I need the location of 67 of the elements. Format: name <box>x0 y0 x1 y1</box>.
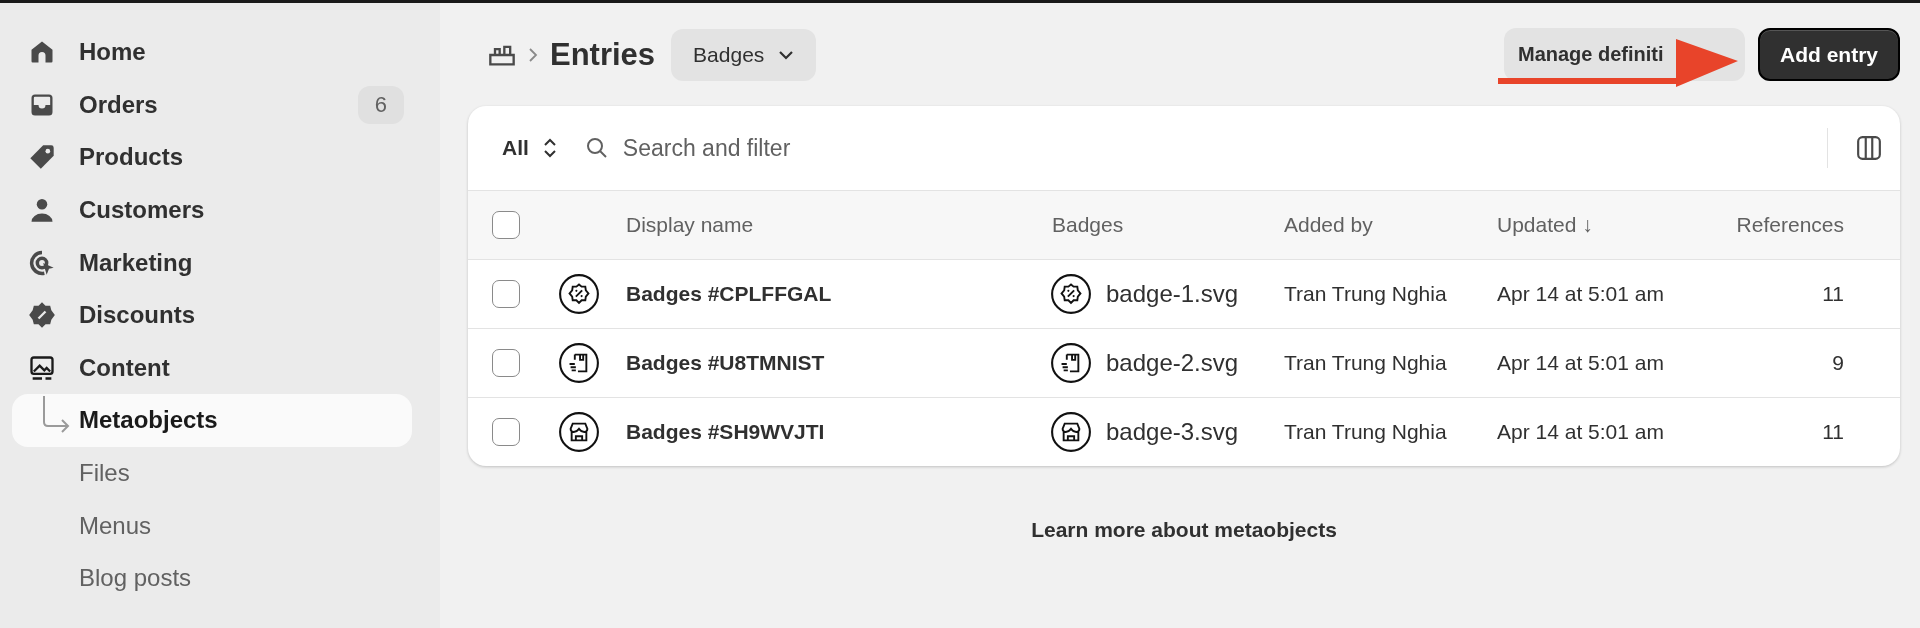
count-badge: 6 <box>357 85 404 124</box>
search-field[interactable]: Search and filter <box>620 133 1827 163</box>
sidebar-label: Orders <box>79 90 158 119</box>
checkbox[interactable] <box>492 280 520 308</box>
sidebar-label: Discounts <box>79 301 195 330</box>
discount-icon <box>28 301 56 330</box>
columns-icon[interactable] <box>1856 135 1882 161</box>
table-cell[interactable]: Badges #U8TMNIST <box>626 351 1052 375</box>
discount-badge-icon <box>1050 273 1092 315</box>
page-title: Entries <box>550 36 656 73</box>
updown-icon <box>542 137 557 159</box>
sidebar-label: Files <box>79 459 130 488</box>
sidebar-subitem[interactable]: Files <box>12 446 412 500</box>
add-button[interactable]: Add entry <box>1758 28 1900 81</box>
discount-badge-icon <box>558 273 600 315</box>
sidebar-item[interactable]: Products <box>12 131 412 184</box>
sidebar-label: Marketing <box>79 248 193 277</box>
sidebar-subitem[interactable]: Menus <box>12 499 412 552</box>
filter-select[interactable]: All <box>502 136 557 160</box>
checkbox[interactable] <box>492 349 520 377</box>
sidebar-label: Metaobjects <box>79 406 218 435</box>
column-header[interactable]: References <box>1697 213 1844 237</box>
column-header[interactable]: Badges <box>1052 213 1284 237</box>
search-icon <box>584 136 609 160</box>
store-badge-icon <box>558 411 600 453</box>
column-header[interactable]: Display name <box>626 213 1052 237</box>
sidebar-item[interactable]: Discounts <box>12 288 412 342</box>
column-header[interactable]: Added by <box>1284 213 1497 237</box>
table-cell-text: Tran Trung Nghia <box>1284 282 1448 306</box>
sidebar-label: Products <box>79 143 183 172</box>
file-name: badge-1.svg <box>1106 280 1239 308</box>
table-cell-text: 9 <box>1831 351 1844 375</box>
sidebar-item[interactable]: Marketing <box>12 236 412 289</box>
file-name: badge-3.svg <box>1106 418 1239 446</box>
package-badge-icon <box>1050 342 1092 384</box>
table-cell-text: Apr 14 at 5:01 am <box>1497 282 1665 306</box>
checkbox[interactable] <box>492 211 520 239</box>
table-cell-text: 11 <box>1821 282 1844 306</box>
target-icon <box>28 248 56 277</box>
table-cell-text: Tran Trung Nghia <box>1284 420 1448 444</box>
type-selector[interactable]: Badges <box>671 28 817 81</box>
breadcrumb-chevron-icon <box>528 46 538 63</box>
sidebar-label: Customers <box>79 196 205 225</box>
file-name: badge-2.svg <box>1106 349 1239 377</box>
sidebar-item[interactable]: Home <box>12 26 412 79</box>
sidebar-label: Blog posts <box>79 564 192 593</box>
table-cell-text: Apr 14 at 5:01 am <box>1497 351 1665 375</box>
image-icon <box>28 353 56 382</box>
store-badge-icon <box>1050 411 1092 453</box>
package-badge-icon <box>558 342 600 384</box>
table-cell[interactable]: Badges #SH9WVJTI <box>626 420 1052 444</box>
sidebar-label: Menus <box>79 511 152 540</box>
sidebar-label: Content <box>79 353 170 382</box>
table-cell-text: 11 <box>1821 420 1844 444</box>
table-cell[interactable]: Badges #CPLFFGAL <box>626 282 1052 306</box>
sidebar-label: Home <box>79 38 146 67</box>
table-cell-text: Apr 14 at 5:01 am <box>1497 420 1665 444</box>
sidebar-subitem[interactable]: Metaobjects <box>12 394 412 447</box>
sidebar-item[interactable]: Orders 6 <box>12 78 412 132</box>
learn-more-link[interactable]: Learn more about metaobjects <box>1031 518 1337 542</box>
chevron-down-icon <box>778 49 795 60</box>
column-header[interactable]: Updated ↓ <box>1497 213 1697 237</box>
sidebar-item[interactable]: Customers <box>12 183 412 237</box>
sidebar-item[interactable]: Content <box>12 341 412 395</box>
checkbox[interactable] <box>492 418 520 446</box>
sidebar-subitem[interactable]: Blog posts <box>12 551 412 605</box>
table-cell-text: Tran Trung Nghia <box>1284 351 1448 375</box>
